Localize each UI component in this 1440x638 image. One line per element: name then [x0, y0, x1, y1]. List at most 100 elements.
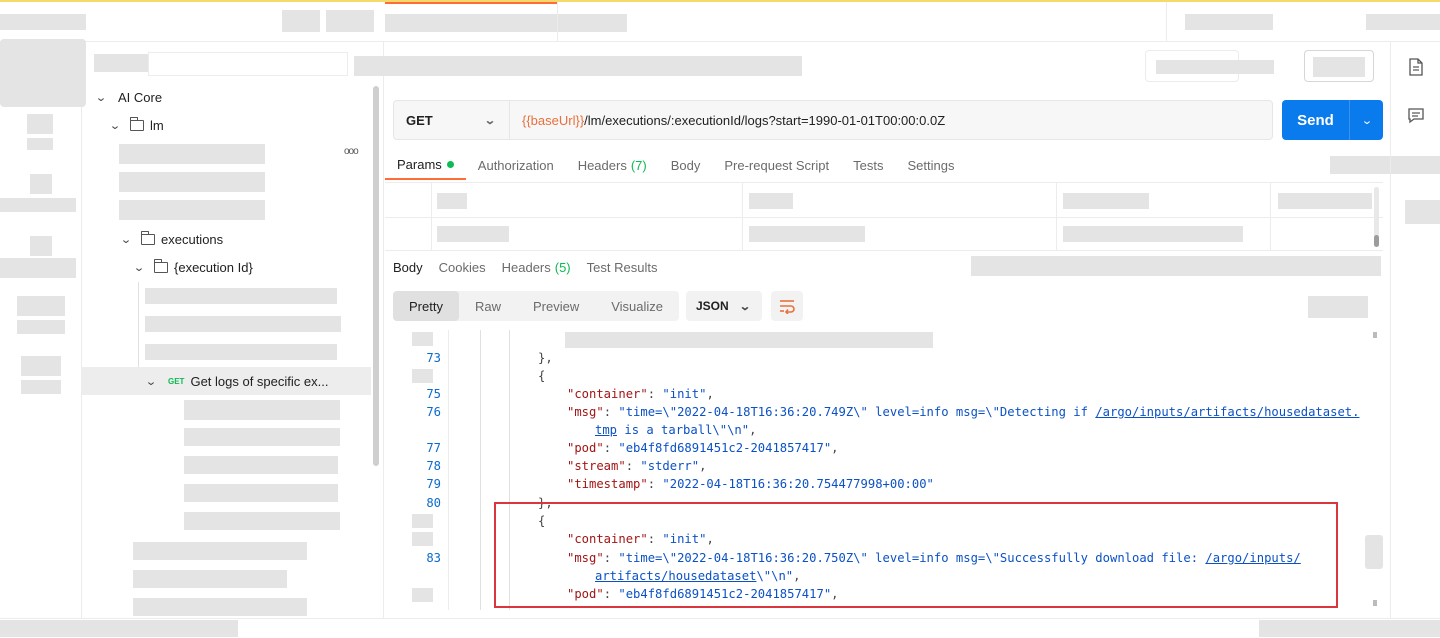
environments-icon[interactable]	[30, 174, 52, 194]
tab-divider	[1166, 2, 1167, 42]
view-preview-button[interactable]: Preview	[517, 291, 595, 321]
response-tabs: Body Cookies Headers (5) Test Results	[385, 254, 665, 280]
collections-icon-block[interactable]	[0, 39, 86, 107]
tree-item-placeholder[interactable]	[119, 144, 265, 164]
method-select[interactable]: GET ⌄	[394, 101, 510, 139]
save-button[interactable]	[1145, 50, 1274, 82]
mock-servers-label	[0, 258, 76, 278]
view-raw-button[interactable]: Raw	[459, 291, 517, 321]
tree-item-placeholder[interactable]	[145, 316, 341, 332]
tab-divider	[557, 2, 558, 42]
tab-response-body[interactable]: Body	[385, 254, 431, 280]
more-options-icon[interactable]: ooo	[344, 146, 359, 157]
url-path: /lm/executions/:executionId/logs?start=1…	[584, 112, 946, 128]
share-button[interactable]	[1304, 50, 1374, 82]
url-input[interactable]: {{baseUrl}}/lm/executions/:executionId/l…	[510, 113, 945, 128]
tab-settings[interactable]: Settings	[895, 150, 966, 180]
tree-item-lm[interactable]: ⌄ lm	[108, 111, 398, 139]
view-visualize-button[interactable]: Visualize	[595, 291, 679, 321]
wrap-lines-icon	[780, 300, 795, 314]
tab-test-results[interactable]: Test Results	[579, 254, 666, 280]
json-value: is a tarball\"\n"	[617, 423, 750, 437]
tree-scrollbar[interactable]	[373, 86, 379, 466]
indent-guide	[480, 330, 481, 610]
search-copy-placeholder[interactable]	[1308, 296, 1368, 318]
history-icon[interactable]	[21, 356, 61, 376]
add-collection-button[interactable]	[94, 54, 148, 72]
tab-headers[interactable]: Headers (7)	[566, 150, 659, 180]
example-placeholder[interactable]	[184, 484, 338, 502]
tab-params[interactable]: Params	[385, 150, 466, 180]
tab-pre-request-script[interactable]: Pre-request Script	[712, 150, 841, 180]
tree-item-placeholder[interactable]	[119, 200, 265, 220]
filter-input[interactable]	[148, 52, 348, 76]
line-number-placeholder	[412, 588, 433, 602]
json-key: "container"	[567, 387, 648, 401]
code-line: "pod": "eb4f8fd6891451c2-2041857417",	[567, 441, 839, 455]
method-value: GET	[406, 112, 433, 128]
import-button-placeholder[interactable]	[326, 10, 374, 32]
tab-body[interactable]: Body	[659, 150, 713, 180]
tree-item-get-logs[interactable]: ⌄ GET Get logs of specific ex...	[82, 367, 371, 395]
example-placeholder[interactable]	[184, 512, 340, 530]
tree-item-placeholder[interactable]	[133, 542, 307, 560]
tree-item-placeholder[interactable]	[133, 598, 307, 616]
view-pretty-button[interactable]: Pretty	[393, 291, 459, 321]
tree-item-placeholder[interactable]	[119, 172, 265, 192]
bulk-edit-placeholder[interactable]	[1278, 193, 1372, 209]
tab-label: Cookies	[438, 259, 486, 275]
chevron-down-icon: ⌄	[120, 233, 132, 246]
send-button-group: Send ⌄	[1282, 100, 1383, 140]
param-key-cell[interactable]	[437, 226, 509, 242]
request-name-breadcrumb[interactable]	[354, 56, 802, 76]
tab-label: Pre-request Script	[724, 157, 830, 173]
tree-item-placeholder[interactable]	[145, 344, 337, 360]
tab-response-cookies[interactable]: Cookies	[431, 254, 494, 280]
tree-item-executions[interactable]: ⌄ executions	[119, 225, 409, 253]
code-link[interactable]: /argo/inputs/artifacts/housedataset.	[1095, 405, 1359, 419]
column-divider	[1270, 183, 1271, 251]
workspace-placeholder[interactable]	[0, 14, 86, 30]
collection-tree: ⌄ AI Core ⌄ lm ooo ⌄ executions ⌄ {execu…	[82, 42, 384, 618]
example-placeholder[interactable]	[184, 456, 338, 474]
mock-servers-icon[interactable]	[30, 236, 52, 256]
method-badge: GET	[168, 376, 185, 386]
status-bar-right-placeholder[interactable]	[1259, 620, 1440, 637]
code-link[interactable]: tmp	[595, 423, 617, 437]
apis-icon[interactable]	[27, 114, 53, 134]
table-header-description	[1063, 193, 1149, 209]
documentation-icon[interactable]	[1409, 58, 1423, 76]
comments-icon[interactable]	[1408, 108, 1424, 124]
code-snippet-placeholder[interactable]	[1405, 200, 1440, 224]
format-select[interactable]: JSON ⌄	[686, 291, 762, 321]
send-options-button[interactable]: ⌄	[1349, 100, 1383, 140]
scroll-up-arrow-icon[interactable]	[1373, 332, 1377, 338]
tab-tests[interactable]: Tests	[841, 150, 895, 180]
tab-label: Settings	[907, 157, 955, 173]
tree-item-placeholder[interactable]	[133, 570, 287, 588]
url-variable: {{baseUrl}}	[522, 112, 585, 128]
monitors-icon[interactable]	[17, 296, 65, 316]
tab-response-headers[interactable]: Headers (5)	[494, 254, 579, 280]
tree-item-label: {execution Id}	[174, 259, 253, 275]
line-number: 73	[426, 351, 441, 365]
code-scrollbar-thumb[interactable]	[1365, 535, 1383, 569]
example-placeholder[interactable]	[184, 428, 340, 446]
param-description-cell[interactable]	[1063, 226, 1243, 242]
send-button[interactable]: Send	[1282, 100, 1349, 140]
tab-authorization[interactable]: Authorization	[466, 150, 566, 180]
environment-selector[interactable]	[1185, 14, 1273, 30]
environment-quick-look[interactable]	[1366, 14, 1440, 30]
tree-item-ai-core[interactable]: ⌄ AI Core	[94, 83, 384, 111]
status-bar-left-placeholder[interactable]	[0, 620, 238, 637]
example-placeholder[interactable]	[184, 400, 340, 420]
wrap-lines-button[interactable]	[771, 291, 803, 321]
active-request-tab[interactable]	[385, 14, 627, 32]
tree-item-placeholder[interactable]	[145, 288, 337, 304]
table-header-key	[437, 193, 467, 209]
param-value-cell[interactable]	[749, 226, 865, 242]
scroll-down-arrow-icon[interactable]	[1373, 600, 1377, 606]
params-scrollbar-thumb[interactable]	[1374, 235, 1379, 247]
column-divider	[742, 183, 743, 251]
new-button-placeholder[interactable]	[282, 10, 320, 32]
